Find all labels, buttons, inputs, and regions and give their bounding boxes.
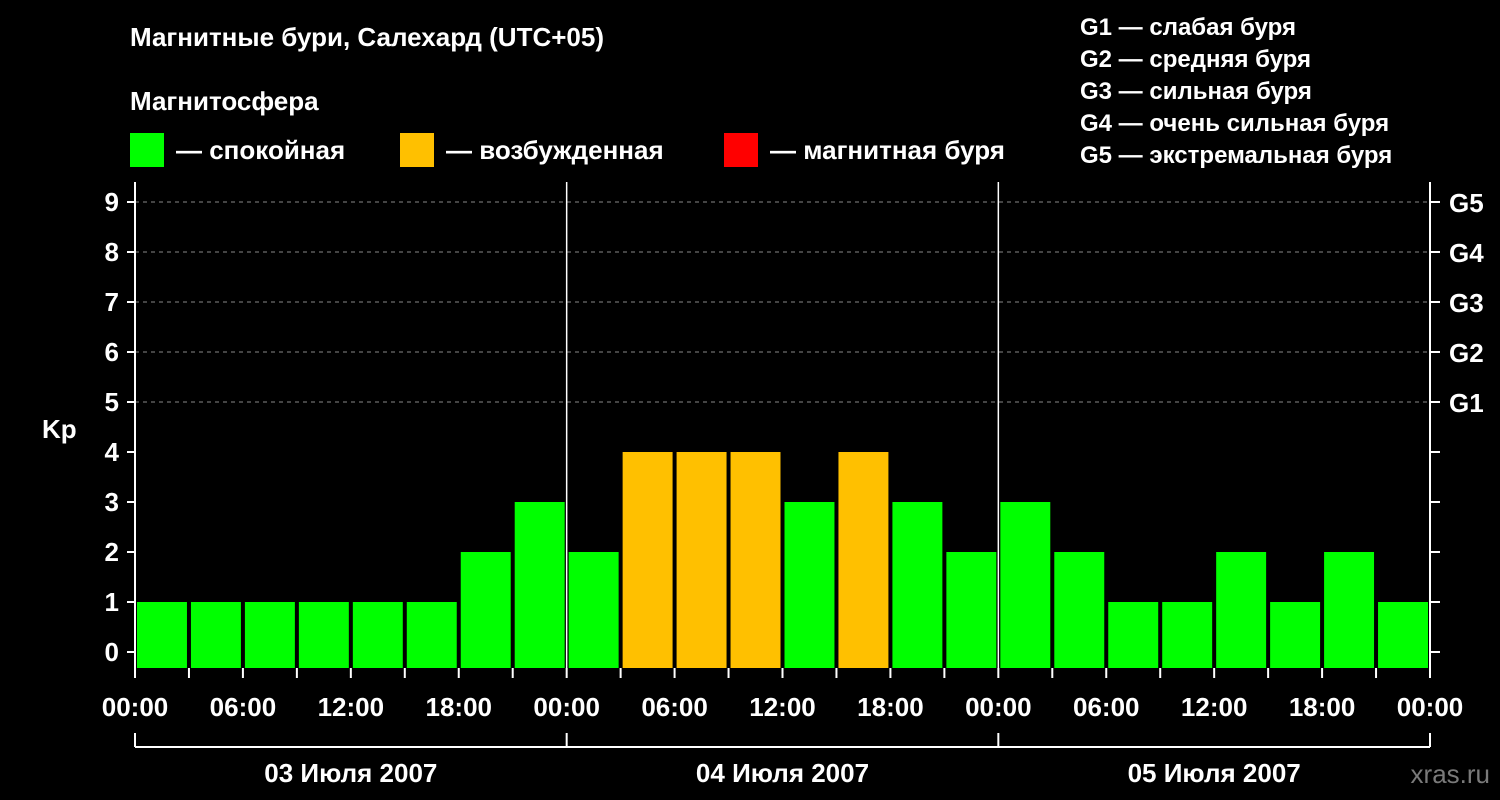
y-tick-label: 5 [105, 387, 119, 417]
x-tick-label: 18:00 [857, 692, 924, 722]
day-label: 05 Июля 2007 [1128, 758, 1301, 788]
storm-scale-label-g5: G5 [1449, 188, 1484, 218]
storm-scale-label-g4: G4 [1449, 238, 1484, 268]
storm-scale-label-g3: G3 [1449, 288, 1484, 318]
x-tick-label: 12:00 [749, 692, 816, 722]
kp-bar [137, 602, 187, 668]
x-tick-label: 06:00 [641, 692, 708, 722]
kp-bar [1162, 602, 1213, 668]
y-tick-label: 9 [105, 187, 119, 217]
kp-bar [1270, 602, 1321, 668]
x-tick-label: 00:00 [1397, 692, 1464, 722]
y-tick-label: 4 [105, 437, 120, 467]
kp-bar [406, 602, 457, 668]
kp-bar [784, 502, 835, 668]
kp-bar [352, 602, 403, 668]
kp-bar [1000, 502, 1051, 668]
kp-bar [1108, 602, 1159, 668]
watermark: xras.ru [1410, 759, 1490, 789]
day-label: 04 Июля 2007 [696, 758, 869, 788]
kp-bar [1324, 552, 1375, 668]
kp-bar [244, 602, 295, 668]
kp-bar [676, 452, 727, 668]
kp-bar-chart: 0 1 2 3 4 5 6 7 8 9 G1 G2 G3 G4 G5 Kp 00:00 06:00 12:00 18:… [42, 182, 1484, 788]
day-label: 03 Июля 2007 [264, 758, 437, 788]
kp-bar [298, 602, 349, 668]
kp-bar [190, 602, 241, 668]
kp-bar [622, 452, 673, 668]
x-tick-label: 18:00 [1289, 692, 1356, 722]
x-tick-label: 06:00 [1073, 692, 1140, 722]
y-tick-label: 1 [105, 587, 119, 617]
y-tick-label: 2 [105, 537, 119, 567]
x-tick-label: 18:00 [426, 692, 493, 722]
y-tick-label: 7 [105, 287, 119, 317]
x-tick-label: 00:00 [965, 692, 1032, 722]
kp-bar [730, 452, 781, 668]
kp-bar [568, 552, 619, 668]
kp-bar [946, 552, 997, 668]
kp-bar [892, 502, 943, 668]
y-tick-label: 8 [105, 237, 119, 267]
kp-bar [1216, 552, 1267, 668]
x-tick-label: 00:00 [102, 692, 169, 722]
y-axis-label: Kp [42, 414, 77, 444]
y-tick-label: 0 [105, 637, 119, 667]
storm-scale-label-g1: G1 [1449, 388, 1484, 418]
kp-bar [838, 452, 889, 668]
x-tick-label: 12:00 [318, 692, 385, 722]
x-tick-label: 12:00 [1181, 692, 1248, 722]
kp-bar [1054, 552, 1105, 668]
kp-bar [514, 502, 565, 668]
x-tick-label: 06:00 [210, 692, 277, 722]
y-tick-label: 6 [105, 337, 119, 367]
y-tick-label: 3 [105, 487, 119, 517]
kp-bar [460, 552, 511, 668]
storm-scale-label-g2: G2 [1449, 338, 1484, 368]
x-tick-label: 00:00 [533, 692, 600, 722]
kp-bar [1378, 602, 1428, 668]
